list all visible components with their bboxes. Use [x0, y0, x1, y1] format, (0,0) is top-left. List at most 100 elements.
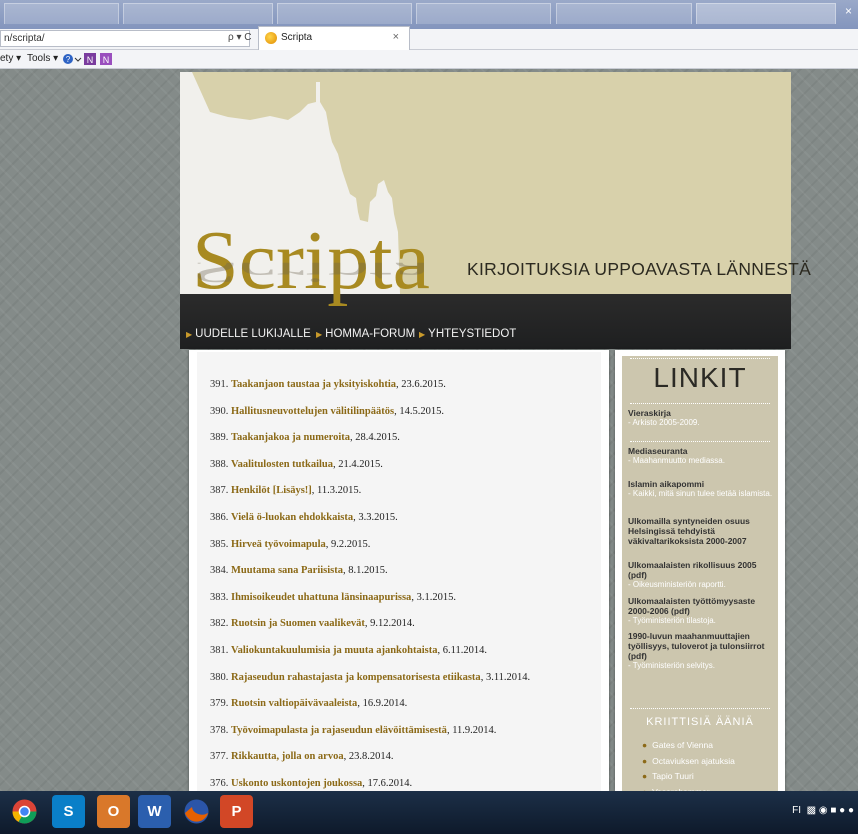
post-item: 386. Vielä ö-luokan ehdokkaista, 3.3.201… [210, 512, 398, 523]
browser-tabstrip: × [0, 0, 858, 29]
post-link[interactable]: Henkilöt [Lisäys!] [231, 485, 312, 496]
post-date: , 9.12.2014. [364, 618, 415, 630]
voice-link[interactable]: ● Gates of Vienna [642, 740, 713, 750]
divider [630, 403, 770, 404]
language-indicator[interactable]: FI [792, 805, 801, 816]
sidebar-link[interactable]: Islamin aikapommi [628, 479, 774, 489]
url-input[interactable]: n/scripta/ [0, 30, 250, 47]
search-refresh-controls[interactable]: ρ ▾ C [228, 32, 252, 43]
onenote-linked-icon[interactable]: N [100, 53, 112, 68]
tab-close-button[interactable]: × [393, 31, 399, 43]
post-date: , 9.2.2015. [325, 538, 371, 550]
skype-icon[interactable]: S [52, 795, 85, 828]
site-logo[interactable]: Scripta [192, 219, 430, 303]
outlook-icon[interactable]: O [97, 795, 130, 828]
post-date: , 23.8.2014. [343, 751, 394, 763]
background-tab[interactable] [277, 3, 412, 24]
post-link[interactable]: Taakanjaon taustaa ja yksityiskohtia [231, 379, 396, 390]
post-link[interactable]: Hallitusneuvottelujen välitilinpäätös [231, 406, 394, 417]
voice-link[interactable]: ● Octaviuksen ajatuksia [642, 756, 735, 766]
post-number: 385. [210, 538, 229, 550]
chrome-icon[interactable] [8, 795, 41, 828]
post-link[interactable]: Vaalitulosten tutkailua [231, 459, 333, 470]
post-number: 379. [210, 698, 229, 710]
post-number: 376. [210, 778, 229, 789]
post-link[interactable]: Ruotsin valtiopäivävaaleista [231, 698, 357, 709]
bullet-icon: ● [642, 771, 648, 781]
post-link[interactable]: Uskonto uskontojen joukossa [231, 778, 362, 789]
post-item: 388. Vaalitulosten tutkailua, 21.4.2015. [210, 459, 383, 470]
window-close-button[interactable]: × [845, 4, 852, 18]
active-tab[interactable]: Scripta × [258, 26, 410, 50]
outlook-letter: O [107, 803, 120, 820]
onenote-icon[interactable]: N [84, 53, 96, 68]
voices-title: KRIITTISIÄ ÄÄNIÄ [646, 716, 754, 728]
ie-favicon-icon [265, 32, 277, 44]
post-number: 381. [210, 645, 229, 656]
post-link[interactable]: Valiokuntakuulumisia ja muuta ajankohtai… [231, 645, 437, 656]
post-date: , 3.3.2015. [353, 512, 398, 523]
background-tab[interactable] [556, 3, 692, 24]
voice-link-label: Tapio Tuuri [652, 771, 694, 781]
sidebar-inner: LINKIT Vieraskirja - Arkisto 2005-2009. Me… [622, 356, 778, 812]
sidebar-link[interactable]: Mediaseuranta [628, 446, 774, 456]
divider [630, 441, 770, 442]
svg-text:?: ? [66, 55, 71, 64]
posts-list: 391. Taakanjaon taustaa ja yksityiskohti… [197, 352, 601, 791]
post-link[interactable]: Vielä ö-luokan ehdokkaista [231, 512, 353, 523]
post-link[interactable]: Muutama sana Pariisista [231, 565, 343, 576]
post-link[interactable]: Rajaseudun rahastajasta ja kompensatoris… [231, 672, 481, 683]
word-icon[interactable]: W [138, 795, 171, 828]
site-logo-reflection: Scripta [192, 262, 430, 288]
help-icon[interactable]: ? [62, 53, 82, 68]
post-item: 384. Muutama sana Pariisista, 8.1.2015. [210, 565, 388, 576]
post-number: 380. [210, 671, 229, 683]
firefox-icon[interactable] [180, 795, 213, 828]
post-link[interactable]: Ruotsin ja Suomen vaalikevät [231, 618, 365, 629]
bullet-icon: ● [642, 740, 648, 750]
sidebar-link[interactable]: Vieraskirja [628, 408, 774, 418]
sidebar-link[interactable]: 1990-luvun maahanmuuttajien työllisyys, … [628, 631, 774, 661]
voice-link-label: Octaviuksen ajatuksia [652, 755, 735, 766]
page-background: Scripta Scripta KIRJOITUKSIA UPPOAVASTA … [0, 69, 858, 812]
post-number: 390. [210, 405, 229, 417]
sidebar-link[interactable]: Ulkomailla syntyneiden osuus Helsingissä… [628, 516, 774, 546]
background-tab[interactable] [696, 3, 836, 24]
menu-tools[interactable]: Tools ▾ [27, 53, 58, 64]
nav-yhteystiedot[interactable]: ▶ YHTEYSTIEDOT [419, 328, 516, 340]
post-item: 385. Hirveä työvoimapula, 9.2.2015. [210, 539, 370, 550]
post-date: , 6.11.2014. [437, 645, 487, 656]
sidebar-link-description: - Työministeriön tilastoja. [628, 616, 716, 625]
post-number: 384. [210, 565, 229, 577]
post-date: , 3.1.2015. [411, 591, 456, 603]
taskbar: S O W P FI ▩ ◉ ■ ● ● [0, 791, 858, 834]
skype-letter: S [63, 803, 74, 820]
post-link[interactable]: Rikkautta, jolla on arvoa [231, 751, 344, 762]
post-item: 390. Hallitusneuvottelujen välitilinpäät… [210, 406, 444, 417]
background-tab[interactable] [123, 3, 273, 24]
sidebar-link[interactable]: Ulkomaalaisten rikollisuus 2005 (pdf) [628, 560, 774, 580]
post-number: 383. [210, 591, 229, 603]
tray-icons[interactable]: ▩ ◉ ■ ● ● [804, 805, 854, 816]
post-number: 391. [210, 379, 229, 390]
sidebar-title: LINKIT [653, 362, 747, 393]
post-item: 383. Ihmisoikeudet uhattuna länsinaapuri… [210, 592, 456, 603]
post-link[interactable]: Hirveä työvoimapula [231, 539, 326, 550]
post-link[interactable]: Ihmisoikeudet uhattuna länsinaapurissa [231, 592, 411, 603]
svg-text:N: N [87, 55, 94, 65]
sidebar-link-description: - Oikeusministeriön raportti. [628, 580, 726, 589]
sidebar-link[interactable]: Ulkomaalaisten työttömyysaste 2000-2006 … [628, 596, 774, 616]
background-tab[interactable] [416, 3, 551, 24]
post-date: , 8.1.2015. [343, 565, 388, 577]
menu-safety[interactable]: ety ▾ [0, 53, 21, 64]
voice-link[interactable]: ● Tapio Tuuri [642, 771, 694, 781]
post-link[interactable]: Työvoimapulasta ja rajaseudun elävöittäm… [231, 725, 447, 736]
background-tab[interactable] [4, 3, 119, 24]
word-letter: W [147, 803, 162, 820]
nav-homma-forum[interactable]: ▶ HOMMA-FORUM [316, 328, 415, 340]
nav-uudelle-lukijalle[interactable]: ▶ UUDELLE LUKIJALLE [186, 328, 311, 340]
post-item: 379. Ruotsin valtiopäivävaaleista, 16.9.… [210, 698, 407, 709]
nav-arrow-icon: ▶ [316, 330, 323, 339]
post-link[interactable]: Taakanjakoa ja numeroita [231, 432, 350, 443]
powerpoint-icon[interactable]: P [220, 795, 253, 828]
